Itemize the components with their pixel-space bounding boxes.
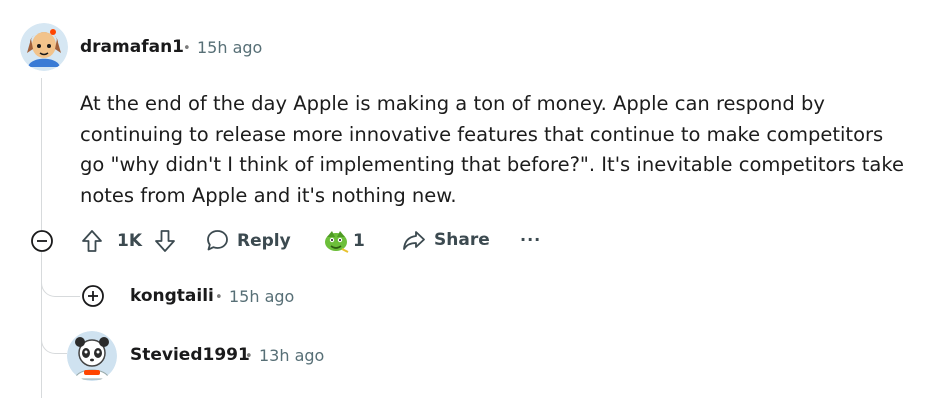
vote-count: 1K	[117, 231, 143, 251]
separator-dot: •	[215, 290, 223, 305]
reply-button[interactable]: Reply	[205, 228, 291, 253]
comment-bubble-icon	[205, 228, 230, 253]
award-button[interactable]: 1	[322, 227, 365, 255]
separator-dot: •	[183, 41, 191, 56]
reply-timestamp[interactable]: 15h ago	[229, 287, 294, 306]
expand-reply-button[interactable]	[81, 284, 105, 308]
minus-circle-icon	[31, 230, 53, 252]
share-label: Share	[434, 230, 490, 250]
share-arrow-icon	[401, 228, 427, 252]
avatar[interactable]	[20, 23, 68, 71]
award-count: 1	[353, 231, 365, 251]
comment-body: At the end of the day Apple is making a …	[80, 92, 904, 207]
share-button[interactable]: Share	[401, 228, 490, 252]
award-icon	[322, 227, 350, 255]
collapse-thread-button[interactable]	[30, 229, 54, 253]
reply-author[interactable]: Stevied1991	[130, 345, 250, 365]
separator-dot: •	[245, 349, 253, 364]
plus-circle-icon	[82, 285, 104, 307]
more-options-icon: ···	[520, 230, 542, 249]
reply-connector	[41, 268, 80, 297]
reply-author[interactable]: kongtaili	[130, 286, 214, 306]
reply-timestamp[interactable]: 13h ago	[259, 346, 324, 365]
vote-group: 1K	[80, 228, 177, 254]
more-options-button[interactable]: ···	[520, 230, 541, 249]
comment-timestamp[interactable]: 15h ago	[197, 38, 262, 57]
avatar[interactable]	[67, 331, 117, 381]
reply-connector	[41, 320, 67, 354]
reply-label: Reply	[237, 230, 291, 251]
downvote-icon[interactable]	[153, 228, 177, 254]
upvote-icon[interactable]	[80, 228, 104, 254]
comment-author[interactable]: dramafan1	[80, 37, 184, 57]
